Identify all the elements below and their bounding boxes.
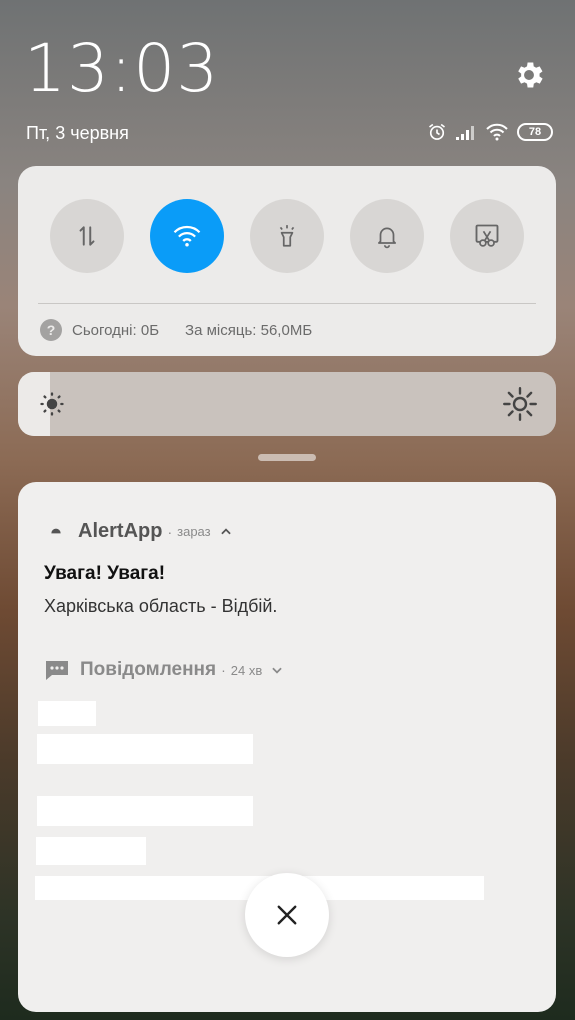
brightness-low-icon	[40, 392, 64, 416]
chevron-down-icon[interactable]	[270, 663, 284, 677]
status-bar: 78	[427, 122, 553, 142]
messages-notification-header[interactable]: Повідомлення · 24 хв	[44, 658, 284, 682]
alert-app-name: AlertApp	[78, 520, 163, 542]
messages-time: 24 хв	[230, 662, 263, 678]
alert-app-icon	[51, 528, 61, 533]
qs-divider	[38, 303, 536, 304]
message-bubble-icon	[46, 661, 68, 680]
alert-title: Увага! Увага!	[44, 563, 166, 584]
alarm-icon	[429, 123, 445, 140]
messages-app-name: Повідомлення	[80, 659, 217, 680]
signal-icon	[456, 126, 474, 140]
wifi-toggle[interactable]	[150, 199, 224, 273]
separator-dot: ·	[167, 523, 173, 540]
separator-dot: ·	[221, 662, 226, 678]
drag-handle[interactable]	[258, 454, 316, 461]
brightness-slider[interactable]	[18, 372, 556, 436]
date-label: Пт, 3 червня	[26, 123, 129, 143]
redacted-block	[37, 734, 253, 764]
wifi-icon	[173, 225, 201, 247]
data-usage-row: ? Сьогодні: 0Б За місяць: 56,0МБ	[40, 319, 312, 341]
battery-indicator: 78	[517, 123, 553, 141]
close-icon	[277, 905, 297, 925]
alert-body: Харківська область - Відбій.	[44, 596, 278, 616]
clock-time: 13:03	[24, 30, 220, 107]
data-today-label: Сьогодні: 0Б	[72, 321, 160, 339]
flashlight-toggle[interactable]	[250, 199, 324, 273]
bell-icon	[378, 227, 396, 249]
alert-time: зараз	[177, 524, 211, 539]
data-transfer-icon	[79, 226, 95, 246]
quick-settings-panel: ? Сьогодні: 0Б За місяць: 56,0МБ	[18, 166, 556, 356]
settings-gear-icon[interactable]	[512, 58, 546, 92]
redacted-block	[36, 837, 146, 865]
alert-notification-header[interactable]: AlertApp · зараз	[48, 520, 233, 543]
help-icon[interactable]: ?	[40, 319, 62, 341]
brightness-high-icon	[503, 387, 537, 421]
chevron-up-icon[interactable]	[219, 525, 233, 539]
flashlight-icon	[279, 225, 295, 247]
data-month-label: За місяць: 56,0МБ	[185, 321, 313, 339]
mobile-data-toggle[interactable]	[50, 199, 124, 273]
screenshot-toggle[interactable]	[450, 199, 524, 273]
redacted-block	[38, 701, 96, 726]
sound-toggle[interactable]	[350, 199, 424, 273]
clear-all-button[interactable]	[245, 873, 329, 957]
screenshot-scissors-icon	[475, 224, 499, 247]
redacted-block	[37, 796, 253, 826]
wifi-status-icon	[486, 123, 508, 141]
